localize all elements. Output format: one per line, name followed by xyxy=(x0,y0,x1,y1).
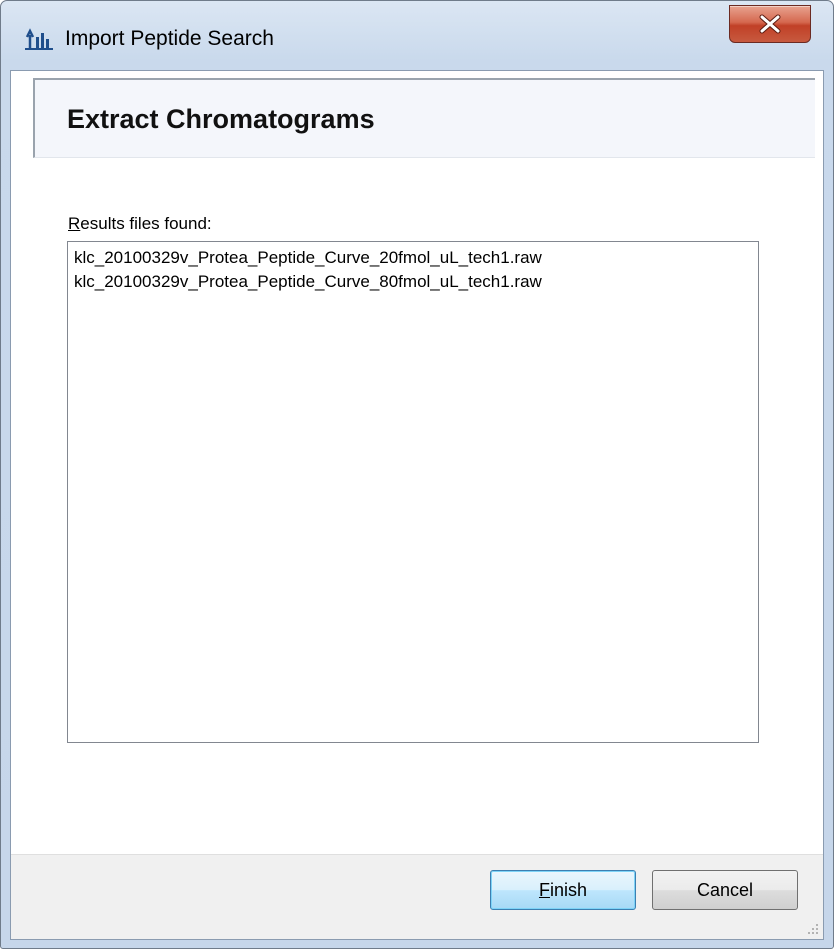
finish-accelerator: F xyxy=(538,880,550,900)
close-button[interactable] xyxy=(729,5,811,43)
dialog-footer: Finish Cancel xyxy=(11,854,823,939)
results-label-text: esults files found: xyxy=(80,214,212,233)
close-icon xyxy=(759,14,781,34)
import-peptide-search-window: Import Peptide Search Extract Chromatogr… xyxy=(0,0,834,949)
results-files-label: Results files found: xyxy=(68,213,212,235)
resize-grip-icon[interactable] xyxy=(805,921,819,935)
list-item[interactable]: klc_20100329v_Protea_Peptide_Curve_80fmo… xyxy=(74,270,752,294)
list-item[interactable]: klc_20100329v_Protea_Peptide_Curve_20fmo… xyxy=(74,246,752,270)
skyline-app-icon xyxy=(23,25,55,51)
finish-label: inish xyxy=(549,880,588,900)
window-title: Import Peptide Search xyxy=(65,27,274,50)
dialog-client-area: Extract Chromatograms Results files foun… xyxy=(10,70,824,940)
results-files-list[interactable]: klc_20100329v_Protea_Peptide_Curve_20fmo… xyxy=(67,241,759,743)
finish-button[interactable]: Finish xyxy=(490,870,636,910)
wizard-header-panel: Extract Chromatograms xyxy=(33,78,815,158)
cancel-button[interactable]: Cancel xyxy=(652,870,798,910)
title-bar[interactable]: Import Peptide Search xyxy=(1,1,833,69)
results-label-accelerator: R xyxy=(68,214,81,233)
page-title: Extract Chromatograms xyxy=(67,104,375,134)
